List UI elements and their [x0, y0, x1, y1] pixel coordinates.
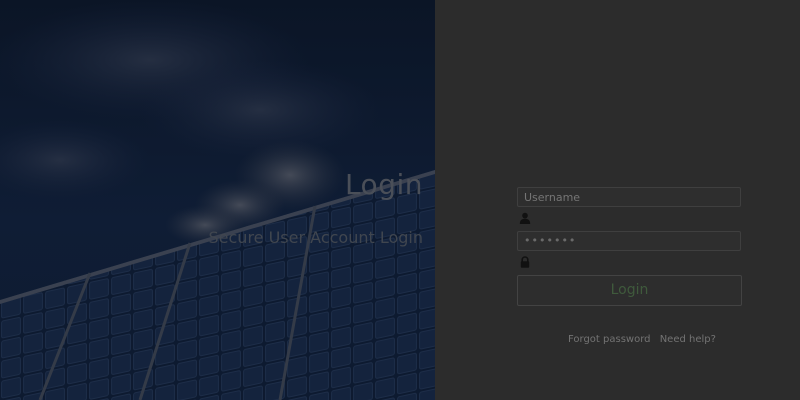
- username-input[interactable]: [517, 187, 741, 207]
- lock-icon: [519, 253, 531, 268]
- login-page: Login Secure User Account Login ••••••• …: [0, 0, 800, 400]
- password-input[interactable]: •••••••: [517, 231, 741, 251]
- user-icon: [519, 209, 531, 224]
- hero-title: Login: [344, 168, 423, 201]
- help-links: Forgot password Need help?: [568, 334, 722, 345]
- login-button[interactable]: Login: [517, 275, 742, 306]
- forgot-password-link[interactable]: Forgot password: [568, 334, 651, 345]
- hero-panel: Login Secure User Account Login: [0, 0, 435, 400]
- login-form-panel: ••••••• Login Forgot password Need help?: [435, 0, 800, 400]
- need-help-link[interactable]: Need help?: [660, 334, 716, 345]
- hero-subtitle: Secure User Account Login: [208, 228, 424, 247]
